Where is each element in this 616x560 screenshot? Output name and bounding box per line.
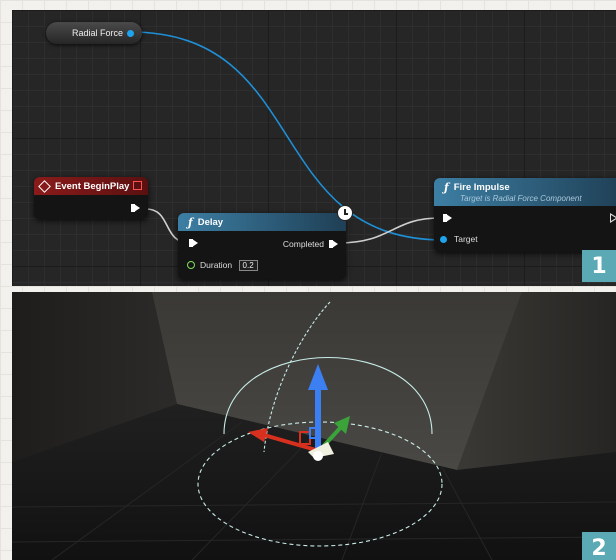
- radial-force-variable-node[interactable]: Radial Force: [46, 22, 142, 44]
- function-icon: ƒ: [444, 181, 449, 194]
- duration-row: Duration 0.2: [200, 260, 258, 271]
- event-beginplay-title: Event BeginPlay: [55, 180, 130, 192]
- radial-force-label: Radial Force: [71, 28, 123, 38]
- delay-node[interactable]: ƒ Delay Completed Duration 0.2: [178, 213, 346, 279]
- fire-impulse-subtitle: Target is Radial Force Component: [460, 194, 582, 203]
- blueprint-graph-panel[interactable]: Radial Force Event BeginPlay ƒ Delay Com…: [12, 10, 616, 286]
- fire-impulse-header: ƒ Fire Impulse Target is Radial Force Co…: [434, 178, 616, 206]
- duration-input[interactable]: 0.2: [238, 260, 258, 271]
- viewport-panel[interactable]: 2: [12, 292, 616, 560]
- step-badge-2: 2: [582, 532, 616, 560]
- function-icon: ƒ: [188, 215, 193, 229]
- step-badge-1: 1: [582, 250, 616, 282]
- event-beginplay-header: Event BeginPlay: [34, 177, 148, 195]
- fire-impulse-node[interactable]: ƒ Fire Impulse Target is Radial Force Co…: [434, 178, 616, 252]
- delay-title: Delay: [197, 216, 224, 228]
- viewport-scene: [12, 292, 616, 560]
- target-pin[interactable]: [440, 236, 447, 243]
- delay-completed-pin[interactable]: [329, 240, 338, 248]
- impulse-exec-in-pin[interactable]: [443, 214, 452, 222]
- fire-impulse-title: Fire Impulse: [453, 182, 510, 193]
- event-beginplay-node[interactable]: Event BeginPlay: [34, 177, 148, 219]
- target-label: Target: [454, 234, 478, 244]
- duration-label: Duration: [200, 260, 233, 270]
- wire-radial-force-to-target: [129, 31, 445, 241]
- event-diamond-icon: [38, 179, 51, 193]
- delay-exec-in-pin[interactable]: [189, 239, 198, 247]
- radial-force-output-pin[interactable]: [127, 29, 134, 37]
- beginplay-exec-out-pin[interactable]: [131, 204, 140, 212]
- delay-header: ƒ Delay: [178, 213, 346, 231]
- event-delegate-pin[interactable]: [133, 181, 142, 190]
- impulse-exec-out-pin[interactable]: [610, 213, 616, 223]
- completed-label: Completed: [282, 239, 324, 249]
- duration-pin[interactable]: [187, 261, 195, 269]
- latent-clock-icon: [337, 205, 353, 221]
